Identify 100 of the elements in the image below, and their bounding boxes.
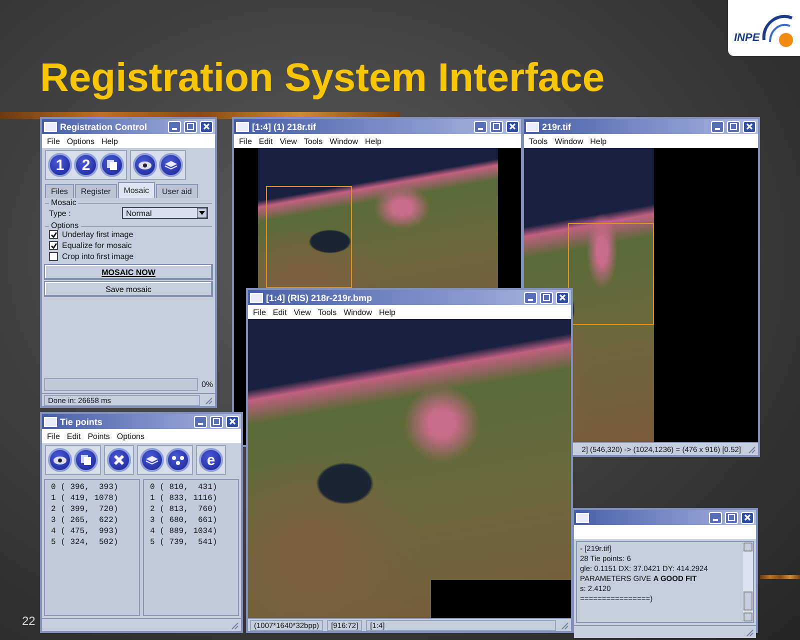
menu-item[interactable]: Help [101, 136, 118, 146]
menu-item[interactable]: Window [344, 308, 372, 316]
toolbar-button[interactable] [74, 448, 98, 472]
tab[interactable]: Mosaic [118, 182, 156, 198]
window-icon [250, 292, 263, 302]
menu-item[interactable]: Help [365, 136, 382, 146]
layers-icon [164, 160, 178, 170]
maximize-button[interactable] [727, 120, 740, 132]
resize-grip-icon[interactable] [745, 628, 754, 636]
checkbox[interactable] [49, 230, 58, 239]
menu-item[interactable]: View [294, 308, 311, 316]
logo-text: INPE [734, 32, 760, 44]
slide-title: Registration System Interface [40, 56, 606, 101]
point-entry[interactable]: 1 ( 833, 1116) [150, 493, 232, 504]
point-entry[interactable]: 1 ( 419, 1078) [51, 493, 133, 504]
point-entry[interactable]: 4 ( 475, 993) [51, 526, 133, 537]
toolbar-button[interactable] [48, 448, 72, 472]
checkbox[interactable] [49, 241, 58, 250]
menu-item[interactable]: File [239, 136, 252, 146]
tab[interactable]: Register [74, 184, 117, 198]
close-button[interactable] [743, 120, 756, 132]
menu-item[interactable]: View [280, 136, 297, 146]
action-button[interactable]: Save mosaic [44, 281, 213, 297]
menu-item[interactable]: File [47, 136, 60, 146]
tab[interactable]: Files [45, 184, 74, 198]
close-button[interactable] [200, 120, 213, 132]
close-button[interactable] [226, 416, 239, 428]
close-button[interactable] [506, 120, 519, 132]
point-entry[interactable]: 5 ( 324, 502) [51, 537, 133, 548]
pages-icon [106, 159, 118, 171]
minimize-button[interactable] [524, 292, 537, 304]
toolbar-button[interactable]: 1 [48, 153, 72, 177]
point-entry[interactable]: 2 ( 813, 760) [150, 504, 232, 515]
layers-icon [145, 455, 159, 465]
maximize-button[interactable] [184, 120, 197, 132]
toolbar-button[interactable] [140, 448, 164, 472]
window-title: Registration Control [60, 122, 148, 132]
caret-icon [197, 208, 207, 218]
minimize-button[interactable] [194, 416, 207, 428]
page-number: 22 [22, 614, 36, 628]
tab[interactable]: User aid [156, 184, 198, 198]
resize-grip-icon[interactable] [204, 396, 213, 404]
menu-item[interactable]: Tools [529, 136, 548, 146]
close-icon [203, 123, 210, 130]
menu-item[interactable]: Options [116, 432, 144, 440]
action-button[interactable]: MOSAIC NOW [44, 264, 213, 280]
maximize-icon [493, 123, 500, 130]
menu-item[interactable]: Edit [272, 308, 287, 316]
maximize-icon [187, 123, 194, 130]
toolbar-button[interactable] [166, 448, 190, 472]
close-icon [746, 123, 753, 130]
menu-item[interactable]: Points [88, 432, 110, 440]
window-title: [1:4] (RIS) 218r-219r.bmp [266, 292, 374, 302]
point-entry[interactable]: 3 ( 680, 661) [150, 515, 232, 526]
menu-item[interactable]: Edit [258, 136, 273, 146]
point-entry[interactable]: 2 ( 399, 720) [51, 504, 133, 515]
window-icon [526, 122, 539, 132]
menu-item[interactable]: Edit [66, 432, 81, 440]
menu-item[interactable]: Help [590, 136, 607, 146]
scrollbar[interactable] [743, 542, 753, 622]
menu-item[interactable]: Tools [318, 308, 337, 316]
menu-item[interactable]: Window [554, 136, 584, 146]
menu-item[interactable]: File [47, 432, 60, 440]
resize-grip-icon[interactable] [230, 620, 239, 630]
point-entry[interactable]: 3 ( 265, 622) [51, 515, 133, 526]
type-dropdown[interactable]: Normal [122, 207, 208, 219]
checkbox-label: Crop into first image [62, 252, 134, 261]
resize-grip-icon[interactable] [747, 444, 756, 454]
maximize-button[interactable] [725, 512, 738, 524]
menu-item[interactable]: Window [330, 136, 358, 146]
toolbar-button[interactable] [133, 153, 157, 177]
menu-item[interactable]: File [253, 308, 266, 316]
resize-grip-icon[interactable] [560, 620, 569, 630]
minimize-button[interactable] [168, 120, 181, 132]
menu-item[interactable]: Help [379, 308, 396, 316]
toolbar-button[interactable] [159, 153, 183, 177]
toolbar-button[interactable]: 2 [74, 153, 98, 177]
toolbar-button[interactable] [100, 153, 124, 177]
menu-item[interactable]: Tools [304, 136, 323, 146]
maximize-icon [728, 514, 735, 521]
maximize-button[interactable] [540, 292, 553, 304]
minimize-button[interactable] [474, 120, 487, 132]
close-icon [229, 418, 236, 425]
toolbar-button[interactable]: e [199, 448, 223, 472]
close-icon [509, 123, 516, 130]
minimize-button[interactable] [711, 120, 724, 132]
point-entry[interactable]: 0 ( 396, 393) [51, 482, 133, 493]
maximize-button[interactable] [490, 120, 503, 132]
checkbox[interactable] [49, 252, 58, 261]
point-entry[interactable]: 0 ( 810, 431) [150, 482, 232, 493]
minimize-button[interactable] [709, 512, 722, 524]
point-entry[interactable]: 5 ( 739, 541) [150, 537, 232, 548]
window-title: [1:4] (1) 218r.tif [252, 122, 318, 132]
point-entry[interactable]: 4 ( 889, 1034) [150, 526, 232, 537]
maximize-button[interactable] [210, 416, 223, 428]
menu-item[interactable]: Options [66, 136, 94, 146]
window-icon [44, 122, 57, 132]
close-icon [744, 514, 751, 521]
close-button[interactable] [556, 292, 569, 304]
close-button[interactable] [741, 512, 754, 524]
